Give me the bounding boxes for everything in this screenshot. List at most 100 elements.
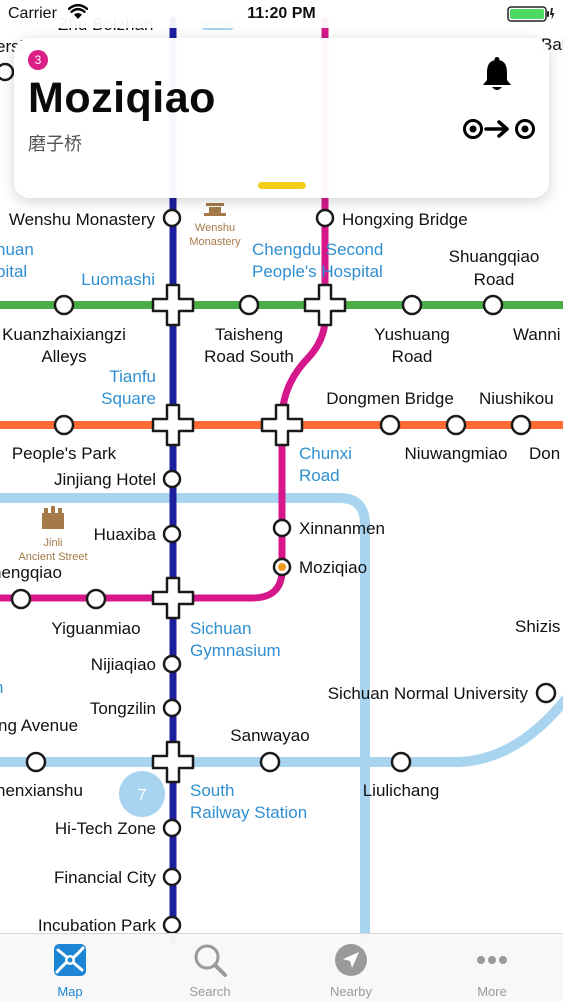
station-dot-kuanzhai[interactable] [53,294,75,316]
station-dot-taisheng[interactable] [238,294,260,316]
battery-icon [507,6,555,22]
station-dot-yiguanmiao[interactable] [85,588,107,610]
station-dot-nijiaqiao[interactable] [162,654,182,674]
station-label-nijiaqiao: Nijiaqiao [91,655,156,674]
edge-label: henxianshu [0,781,83,800]
station-label-sichuan-normal: Sichuan Normal University [328,684,529,703]
search-icon [194,944,227,977]
edge-label: pital [0,262,27,281]
station-label-sichuan-gym: Gymnasium [190,641,281,660]
bell-icon[interactable] [480,56,514,92]
station-label-tianfu: Square [101,389,156,408]
transfer-luomashi[interactable] [151,283,195,327]
landmark-label: Monastery [189,236,241,248]
landmark-label: Ancient Street [18,551,87,563]
transfer-chengdu-second[interactable] [303,283,347,327]
notification-badge: 3 [28,50,48,70]
station-label-financial: Financial City [54,868,157,887]
station-label-kuanzhai: Kuanzhaixiangzi [2,325,126,344]
station-dot-tongzilin[interactable] [162,698,182,718]
station-dot-niuwangmiao[interactable] [445,414,467,436]
edge-label: n [0,678,3,697]
tab-bar: Map Search Nearby More [0,933,563,1001]
edge-label: ng Avenue [0,716,78,735]
transfer-chunxi-road[interactable] [260,403,304,447]
transfer-tianfu-square[interactable] [151,403,195,447]
landmark-label: Jinli [44,537,63,549]
station-label-sanwayao: Sanwayao [230,726,309,745]
edge-label: hengqiao [0,563,62,582]
tab-more[interactable]: More [442,934,542,1001]
station-label-shuangqiao: Shuangqiao [449,247,540,266]
station-label-hitech: Hi-Tech Zone [55,819,156,838]
station-dot-ng-avenue[interactable] [25,751,47,773]
station-label-taisheng: Road South [204,347,294,366]
station-dot-huaxiba[interactable] [162,524,182,544]
tab-map[interactable]: Map [20,934,120,1001]
station-dot-liulichang[interactable] [390,751,412,773]
station-dot-sichuan-normal[interactable] [535,682,557,704]
station-label-shuangqiao: Road [474,270,515,289]
station-label-moziqiao: Moziqiao [299,558,367,577]
station-label-tongzilin: Tongzilin [90,699,156,718]
station-label-peoples-park: People's Park [12,444,117,463]
tab-label: Map [57,984,83,999]
route-icon[interactable] [462,118,536,140]
station-dot-niushikou[interactable] [510,414,532,436]
station-dot-sanwayao[interactable] [259,751,281,773]
station-label-yushuang: Yushuang [374,325,450,344]
station-dot-xinnanmen[interactable] [272,518,292,538]
station-label-yiguanmiao: Yiguanmiao [51,619,140,638]
transfer-sichuan-gymnasium[interactable] [151,576,195,620]
station-dot-wenshu[interactable] [162,208,182,228]
edge-label: huan [0,240,34,259]
station-dot-hitech[interactable] [162,818,182,838]
station-dot[interactable] [0,62,15,82]
station-label-dongmen: Dongmen Bridge [326,389,454,408]
station-label-tianfu: Tianfu [109,367,156,386]
station-label-yushuang: Road [392,347,433,366]
station-title: Moziqiao [28,74,216,122]
station-label-wenshu: Wenshu Monastery [9,210,156,229]
clock: 11:20 PM [247,5,316,22]
tab-nearby[interactable]: Nearby [301,934,401,1001]
tab-label: Search [189,984,231,999]
station-chinese-name: 磨子桥 [28,134,82,155]
station-card[interactable]: 3 Moziqiao 磨子桥 [14,38,549,198]
landmark-label: Wenshu [195,222,235,234]
station-label-chengdu-second: Chengdu Second [252,240,383,259]
station-label-kuanzhai: Alleys [41,347,86,366]
station-dot-incubation[interactable] [162,915,182,935]
station-dot-peoples-park[interactable] [53,414,75,436]
station-label-south-rail: South [190,781,234,800]
nearby-icon [335,944,367,976]
station-dot-jinjiang[interactable] [162,469,182,489]
current-station-marker [278,563,286,571]
station-dot-shuangqiao[interactable] [482,294,504,316]
station-dot-hengqiao[interactable] [10,588,32,610]
station-label-chunxi: Road [299,466,340,485]
edge-label: Wanni [513,325,561,344]
more-icon [477,956,507,964]
station-label-sichuan-gym: Sichuan [190,619,251,638]
station-dot-hongxing[interactable] [315,208,335,228]
station-label-niuwangmiao: Niuwangmiao [405,444,508,463]
tab-search[interactable]: Search [160,934,260,1001]
station-dot-dongmen[interactable] [379,414,401,436]
line-7-badge-label: 7 [138,787,147,804]
station-label-chengdu-second: People's Hospital [252,262,383,281]
tab-label: Nearby [330,984,372,999]
station-label-taisheng: Taisheng [215,325,283,344]
temple-icon [204,203,226,216]
station-label-xinnanmen: Xinnanmen [299,519,385,538]
status-bar: Carrier 11:20 PM [0,0,563,28]
station-label-hongxing: Hongxing Bridge [342,210,468,229]
station-label-luomashi: Luomashi [81,270,155,289]
transfer-south-railway[interactable] [151,740,195,784]
drag-handle[interactable] [258,182,306,189]
map-icon [54,944,86,976]
station-dot-financial[interactable] [162,867,182,887]
station-label-chunxi: Chunxi [299,444,352,463]
ancient-street-icon [42,506,64,529]
station-dot-yushuang[interactable] [401,294,423,316]
